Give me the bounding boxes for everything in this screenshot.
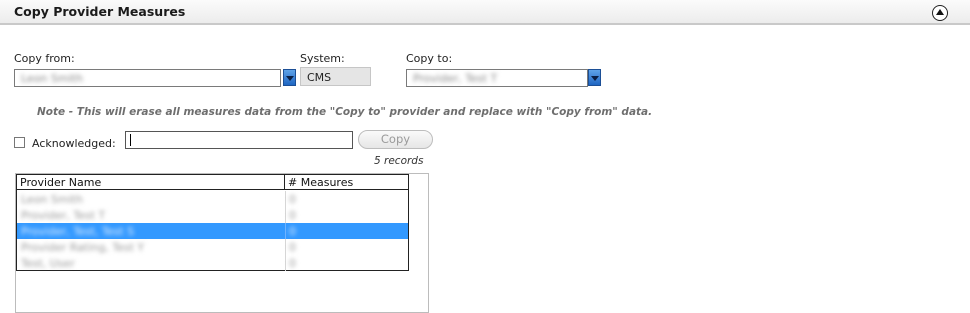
warning-note: Note - This will erase all measures data… [37, 106, 653, 118]
copy-from-label: Copy from: [14, 52, 75, 65]
measures-count-cell: 0 [289, 241, 296, 254]
copy-to-label: Copy to: [406, 52, 453, 65]
measures-count-cell: 0 [289, 257, 296, 270]
provider-name-cell: Provider Rating, Test Y [21, 241, 145, 254]
panel-title: Copy Provider Measures [14, 4, 186, 19]
measures-count-cell: 0 [289, 225, 296, 238]
column-header-measures[interactable]: # Measures [285, 175, 408, 190]
column-divider [285, 239, 286, 255]
acknowledged-input[interactable] [125, 131, 353, 149]
table-row[interactable]: Provider Rating, Test Y 0 [17, 239, 408, 255]
acknowledged-checkbox[interactable] [14, 137, 25, 148]
copy-from-select[interactable]: Leon Smith [14, 69, 281, 87]
column-header-provider-name[interactable]: Provider Name [17, 175, 285, 190]
text-caret [130, 134, 131, 146]
provider-grid: Provider Name # Measures Leon Smith 0 Prov… [16, 174, 409, 271]
provider-name-cell: Provider, Test T [21, 209, 106, 222]
copy-from-value: Leon Smith [21, 72, 83, 85]
column-divider [285, 255, 286, 271]
column-divider [285, 207, 286, 223]
table-row[interactable]: Test, User 0 [17, 255, 408, 271]
copy-button[interactable]: Copy [358, 130, 433, 149]
system-label: System: [300, 52, 345, 65]
provider-name-cell: Leon Smith [21, 193, 83, 206]
records-count: 5 records [374, 155, 424, 167]
measures-count-cell: 0 [289, 209, 296, 222]
provider-name-cell: Provider, Test, Test S [21, 225, 135, 238]
copy-to-select[interactable]: Provider, Test T [406, 69, 588, 87]
table-row[interactable]: Leon Smith 0 [17, 191, 408, 207]
system-field: CMS [300, 67, 371, 86]
panel-header: Copy Provider Measures [0, 0, 970, 25]
copy-from-dropdown-icon[interactable] [283, 69, 296, 86]
table-row[interactable]: Provider, Test, Test S 0 [17, 223, 408, 239]
measures-count-cell: 0 [289, 193, 296, 206]
column-divider [285, 191, 286, 207]
copy-to-value: Provider, Test T [413, 72, 498, 85]
acknowledged-label: Acknowledged: [32, 137, 116, 150]
collapse-icon[interactable] [932, 5, 948, 21]
copy-to-dropdown-icon[interactable] [588, 69, 601, 86]
provider-name-cell: Test, User [21, 257, 75, 270]
column-divider [285, 223, 286, 239]
table-row[interactable]: Provider, Test T 0 [17, 207, 408, 223]
system-value: CMS [307, 71, 332, 84]
